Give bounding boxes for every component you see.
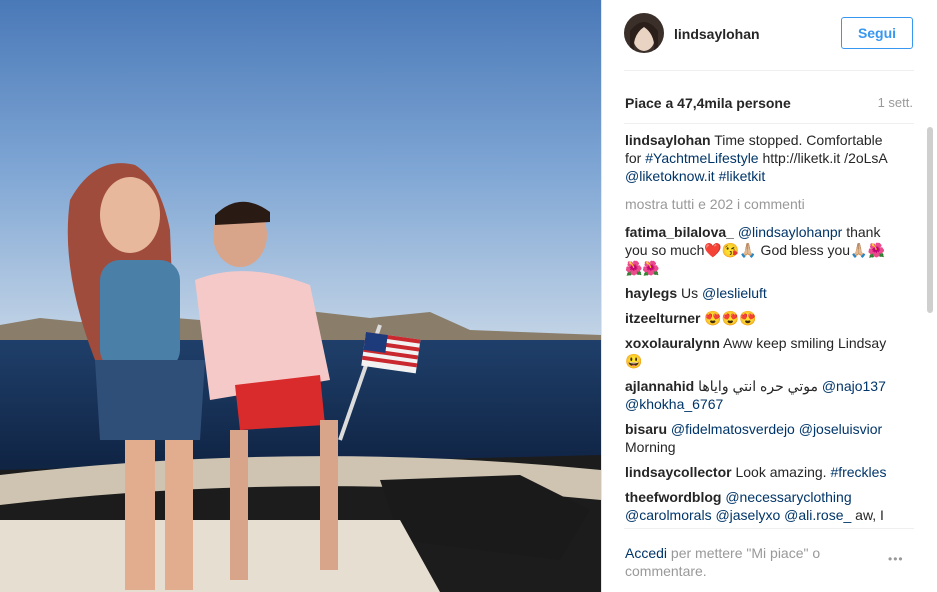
comments-list: lindsaylohan Time stopped. Comfortable f… [625, 131, 895, 525]
comment-username[interactable]: lindsaycollector [625, 464, 732, 480]
comment-username[interactable]: fatima_bilalova_ [625, 224, 734, 240]
post-time[interactable]: 1 sett. [878, 95, 913, 110]
mention-link[interactable]: @fidelmatosverdejo [671, 421, 795, 437]
mention-link[interactable]: @leslieluft [702, 285, 767, 301]
comment: itzeelturner 😍😍😍 [625, 309, 895, 327]
comment-username[interactable]: xoxolauralynn [625, 335, 720, 351]
post-sidebar: lindsaylohan Segui Piace a 47,4mila pers… [601, 0, 937, 592]
post-header: lindsaylohan Segui [602, 0, 937, 70]
comment: theefwordblog @necessaryclothing @carolm… [625, 488, 895, 525]
comment-text: Us [677, 285, 703, 301]
comment-username[interactable]: theefwordblog [625, 489, 721, 505]
mention-link[interactable]: @lindsaylohanpr [738, 224, 843, 240]
divider [624, 123, 914, 124]
comment: haylegs Us @leslieluft [625, 284, 895, 302]
more-options-icon[interactable]: ••• [888, 552, 904, 566]
hashtag-link[interactable]: #freckles [830, 464, 886, 480]
divider [624, 70, 914, 71]
scrollbar[interactable] [927, 127, 933, 313]
login-prompt: Accedi per mettere "Mi piace" o commenta… [625, 544, 855, 580]
login-link[interactable]: Accedi [625, 545, 667, 561]
comment: xoxolauralynn Aww keep smiling Lindsay 😃 [625, 334, 895, 370]
mention-link[interactable]: @necessaryclothing [725, 489, 851, 505]
comment: bisaru @fidelmatosverdejo @joseluisvior … [625, 420, 895, 456]
comment: lindsaycollector Look amazing. #freckles [625, 463, 895, 481]
mention-link[interactable]: @liketoknow.it [625, 168, 715, 184]
comment-text: 😍😍😍 [700, 310, 757, 326]
username-link[interactable]: lindsaylohan [674, 26, 760, 42]
hashtag-link[interactable]: #liketkit [719, 168, 766, 184]
caption: lindsaylohan Time stopped. Comfortable f… [625, 131, 895, 185]
caption-username[interactable]: lindsaylohan [625, 132, 711, 148]
comment-text: موتي حره انتي واياها [694, 378, 822, 394]
comment-username[interactable]: ajlannahid [625, 378, 694, 394]
mention-link[interactable]: @khokha_6767 [625, 396, 723, 412]
divider [624, 528, 914, 529]
follow-button[interactable]: Segui [841, 17, 913, 49]
mention-link[interactable]: @carolmorals @jaselyxo @ali.rose_ [625, 507, 851, 523]
comment-username[interactable]: itzeelturner [625, 310, 700, 326]
caption-text: http://liketk.it /2oLsA [758, 150, 887, 166]
mention-link[interactable]: @joseluisvior [799, 421, 882, 437]
hashtag-link[interactable]: #YachtmeLifestyle [645, 150, 758, 166]
likes-count[interactable]: Piace a 47,4mila persone [625, 95, 791, 111]
comment: ajlannahid موتي حره انتي واياها @najo137… [625, 377, 895, 413]
post-photo[interactable] [0, 0, 601, 592]
comment: fatima_bilalova_ @lindsaylohanpr thank y… [625, 223, 895, 277]
comment-text: Look amazing. [731, 464, 831, 480]
comment-username[interactable]: haylegs [625, 285, 677, 301]
mention-link[interactable]: @najo137 [822, 378, 886, 394]
comment-text: Morning [625, 439, 676, 455]
show-all-comments-link[interactable]: mostra tutti e 202 i commenti [625, 195, 895, 213]
comment-username[interactable]: bisaru [625, 421, 667, 437]
avatar[interactable] [624, 13, 664, 53]
